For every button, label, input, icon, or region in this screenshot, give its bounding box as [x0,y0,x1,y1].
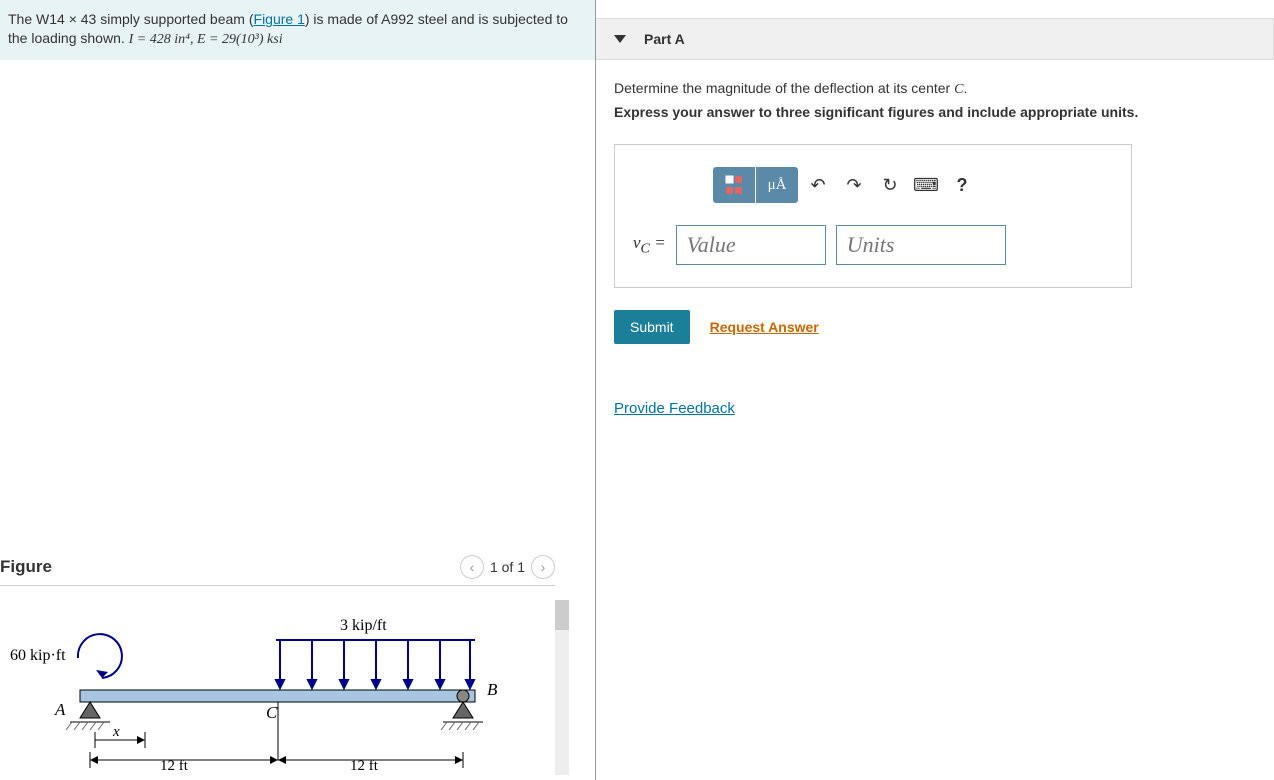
value-input[interactable] [676,225,826,265]
x-label: x [112,724,120,740]
part-a-header[interactable]: Part A [596,18,1274,60]
problem-text-a: The W14 × 43 simply supported beam ( [8,11,254,27]
moment-label: 60 kip·ft [10,647,66,664]
keyboard-button[interactable]: ⌨ [910,167,942,203]
variable-label: vC = [633,233,666,257]
action-row: Submit Request Answer [614,310,1256,344]
question-text: Determine the magnitude of the deflectio… [614,80,1256,98]
collapse-icon [614,35,626,43]
figure-next-button[interactable]: › [531,555,555,579]
span2-label: 12 ft [350,758,379,774]
help-button[interactable]: ? [946,167,978,203]
load-label: 3 kip/ft [340,617,387,634]
greek-symbols-button[interactable]: μÅ [756,167,798,203]
undo-button[interactable]: ↶ [802,167,834,203]
part-title: Part A [644,31,685,47]
provide-feedback-link[interactable]: Provide Feedback [614,400,735,417]
answer-input-row: vC = [633,225,1113,265]
request-answer-link[interactable]: Request Answer [710,319,819,335]
figure-link[interactable]: Figure 1 [254,11,305,27]
figure-pager: ‹ 1 of 1 › [460,555,555,579]
figure-pager-label: 1 of 1 [490,559,525,575]
figure-header: Figure ‹ 1 of 1 › [0,555,555,586]
span1-label: 12 ft [160,758,189,774]
problem-equation: I = 428 in⁴, E = 29(10³) ksi [129,32,283,47]
redo-button[interactable]: ↷ [838,167,870,203]
template-button[interactable] [713,167,755,203]
problem-statement: The W14 × 43 simply supported beam (Figu… [0,0,595,60]
point-c-label: C [266,703,278,722]
point-b-label: B [487,680,498,699]
fraction-template-icon [723,174,745,196]
beam-diagram: 60 kip·ft 3 kip/ft A B C x 12 ft [0,600,540,775]
answer-box: μÅ ↶ ↷ ↻ ⌨ ? vC = [614,144,1132,288]
reset-button[interactable]: ↻ [874,167,906,203]
instruction-text: Express your answer to three significant… [614,104,1256,120]
units-input[interactable] [836,225,1006,265]
figure-title: Figure [0,557,52,577]
point-a-label: A [54,700,66,719]
figure-scrollbar-thumb[interactable] [555,600,569,630]
equation-toolbar: μÅ ↶ ↷ ↻ ⌨ ? [633,167,1113,203]
figure-prev-button[interactable]: ‹ [460,555,484,579]
submit-button[interactable]: Submit [614,310,690,344]
